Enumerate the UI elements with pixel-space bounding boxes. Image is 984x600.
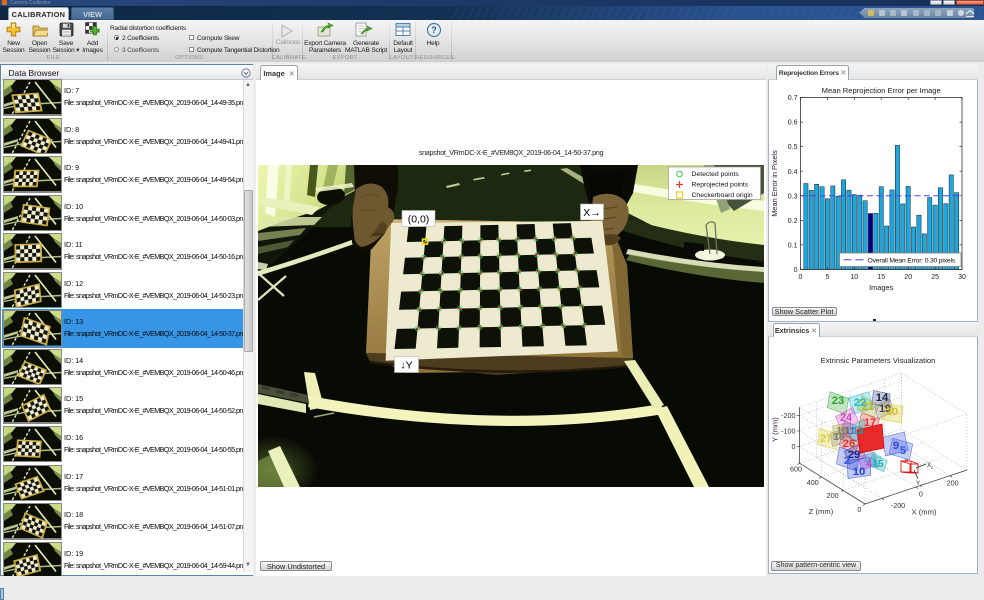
svg-text:23: 23: [832, 395, 845, 407]
svg-text:0.6: 0.6: [788, 120, 798, 127]
svg-text:Extrinsic Parameters Visualiza: Extrinsic Parameters Visualization: [821, 356, 936, 365]
svg-text:20: 20: [886, 406, 898, 418]
svg-text:-200: -200: [781, 411, 795, 420]
svg-text:200: 200: [947, 478, 959, 487]
svg-text:600: 600: [790, 465, 802, 474]
svg-text:0.1: 0.1: [788, 243, 798, 250]
svg-text:0.5: 0.5: [788, 144, 798, 151]
svg-text:0.7: 0.7: [788, 95, 798, 102]
svg-text:Y (mm): Y (mm): [770, 417, 779, 442]
svg-text:Images: Images: [869, 283, 894, 292]
svg-text:-100: -100: [781, 427, 795, 436]
svg-text:-200: -200: [891, 501, 905, 510]
svg-text:5: 5: [825, 274, 829, 281]
svg-text:27: 27: [820, 433, 832, 445]
svg-text:20: 20: [904, 274, 912, 281]
svg-text:X (mm): X (mm): [912, 508, 937, 517]
svg-text:15: 15: [873, 459, 884, 470]
svg-text:10: 10: [850, 274, 858, 281]
svg-text:↓Y: ↓Y: [400, 359, 412, 371]
svg-text:0.3: 0.3: [788, 193, 798, 200]
svg-text:0: 0: [857, 505, 861, 514]
svg-text:24: 24: [840, 412, 852, 424]
svg-text:17: 17: [864, 417, 876, 429]
svg-text:0: 0: [919, 489, 923, 498]
svg-text:25: 25: [931, 274, 939, 281]
svg-text:9: 9: [893, 440, 899, 452]
svg-text:0.4: 0.4: [788, 169, 798, 176]
svg-text:0: 0: [799, 274, 803, 281]
svg-text:Z (mm): Z (mm): [809, 507, 834, 516]
svg-text:200: 200: [827, 491, 839, 500]
svg-text:400: 400: [807, 478, 819, 487]
svg-text:2: 2: [844, 455, 850, 467]
svg-text:X→: X→: [583, 207, 601, 219]
svg-text:15: 15: [877, 274, 885, 281]
svg-text:Checkerboard origin: Checkerboard origin: [692, 192, 753, 199]
svg-text:?: ?: [431, 25, 437, 35]
svg-text:0.2: 0.2: [788, 218, 798, 225]
svg-text:Overall Mean Error: 0.30 pixel: Overall Mean Error: 0.30 pixels: [868, 257, 956, 264]
svg-text:5: 5: [900, 445, 906, 457]
svg-text:0: 0: [792, 442, 796, 451]
svg-text:0: 0: [794, 267, 798, 274]
svg-text:Detected points: Detected points: [692, 171, 740, 178]
svg-text:21: 21: [862, 401, 874, 413]
svg-text:Reprojected points: Reprojected points: [692, 182, 749, 189]
svg-text:30: 30: [958, 274, 966, 281]
svg-text:10: 10: [853, 466, 866, 478]
svg-text:(0,0): (0,0): [408, 213, 430, 225]
svg-text:c: c: [931, 466, 934, 471]
svg-text:Mean Reprojection Error per Im: Mean Reprojection Error per Image: [822, 86, 941, 95]
svg-text:Mean Error in Pixels: Mean Error in Pixels: [770, 150, 779, 217]
svg-text:13: 13: [853, 426, 864, 437]
